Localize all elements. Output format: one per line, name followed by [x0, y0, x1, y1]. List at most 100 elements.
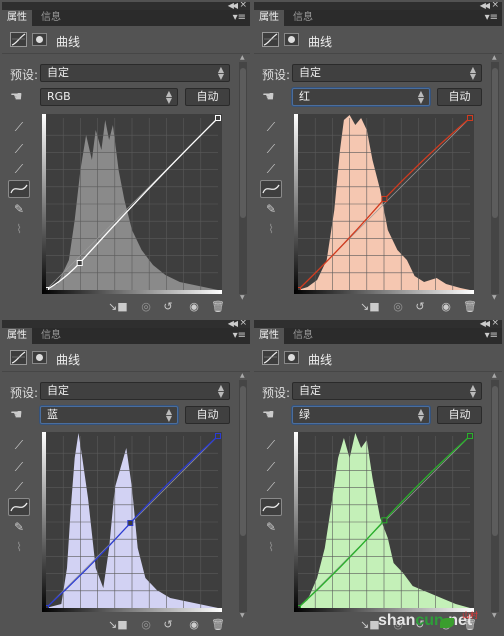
pencil-draw-icon[interactable]: ✎ [264, 520, 278, 534]
curve-control-point[interactable] [467, 433, 473, 439]
smooth-curve-icon[interactable]: ⌇ [12, 222, 26, 236]
trash-icon[interactable]: 🗑 [210, 299, 226, 315]
eye-icon[interactable]: ◉ [438, 299, 454, 315]
channel-select[interactable]: 绿 ▲ ▼ [292, 406, 430, 424]
view-previous-state-icon[interactable]: ◎ [138, 299, 154, 315]
eyedropper-gray-icon[interactable]: ⟋ [264, 142, 278, 156]
curve-control-point[interactable] [76, 260, 83, 267]
panel-menu-icon[interactable]: ▾≡ [233, 12, 246, 23]
scrollbar[interactable] [239, 62, 247, 294]
scroll-up-icon[interactable]: ▲ [240, 54, 245, 61]
scroll-up-icon[interactable]: ▲ [492, 372, 497, 379]
clip-to-layer-icon[interactable]: ↘■ [108, 617, 128, 633]
panel-menu-icon[interactable]: ▾≡ [485, 12, 498, 23]
eyedropper-white-icon[interactable]: ⟋ [12, 162, 26, 176]
close-icon[interactable]: × [491, 320, 499, 328]
double-chevron-icon[interactable]: ◀◀ [480, 2, 490, 10]
tab-properties[interactable]: 属性 [2, 328, 32, 344]
eyedropper-gray-icon[interactable]: ⟋ [12, 142, 26, 156]
preset-select[interactable]: 自定 ▲ ▼ [292, 64, 482, 82]
curve-control-point[interactable] [215, 433, 221, 439]
curve-control-point[interactable] [381, 517, 388, 524]
scrollbar-thumb[interactable] [492, 386, 498, 536]
auto-button[interactable]: 自动 [437, 406, 482, 424]
scroll-up-icon[interactable]: ▲ [240, 372, 245, 379]
auto-button[interactable]: 自动 [185, 88, 230, 106]
panel-menu-icon[interactable]: ▾≡ [485, 330, 498, 341]
smooth-curve-icon[interactable]: ⌇ [264, 540, 278, 554]
trash-icon[interactable]: 🗑 [210, 617, 226, 633]
curves-adjustment-icon[interactable] [10, 32, 27, 47]
eyedropper-black-icon[interactable]: ⟋ [264, 120, 278, 134]
layer-mask-icon[interactable] [32, 351, 47, 364]
reset-icon[interactable]: ↺ [412, 299, 428, 315]
curves-adjustment-icon[interactable] [262, 350, 279, 365]
tab-info[interactable]: 信息 [288, 328, 318, 344]
eye-icon[interactable]: ◉ [186, 617, 202, 633]
layer-mask-icon[interactable] [284, 351, 299, 364]
curves-adjustment-icon[interactable] [10, 350, 27, 365]
smooth-curve-icon[interactable]: ⌇ [264, 222, 278, 236]
preset-select[interactable]: 自定 ▲ ▼ [40, 382, 230, 400]
close-icon[interactable]: × [491, 2, 499, 10]
scrollbar[interactable] [491, 62, 499, 294]
curve-control-point[interactable] [381, 195, 388, 202]
close-icon[interactable]: × [239, 320, 247, 328]
scrollbar[interactable] [239, 380, 247, 612]
curve-control-point[interactable] [127, 520, 134, 527]
channel-select[interactable]: 蓝 ▲ ▼ [40, 406, 178, 424]
curve-control-point[interactable] [215, 115, 221, 121]
auto-button[interactable]: 自动 [437, 88, 482, 106]
curves-graph[interactable] [294, 114, 474, 294]
tab-info[interactable]: 信息 [36, 328, 66, 344]
on-image-adjust-icon[interactable]: ☚ [262, 407, 275, 423]
trash-icon[interactable]: 🗑 [462, 299, 478, 315]
smooth-curve-icon[interactable]: ⌇ [12, 540, 26, 554]
eye-icon[interactable]: ◉ [186, 299, 202, 315]
on-image-adjust-icon[interactable]: ☚ [10, 407, 23, 423]
curve-control-point[interactable] [467, 115, 473, 121]
tab-info[interactable]: 信息 [36, 10, 66, 26]
double-chevron-icon[interactable]: ◀◀ [228, 2, 238, 10]
tab-properties[interactable]: 属性 [2, 10, 32, 26]
clip-to-layer-icon[interactable]: ↘■ [108, 299, 128, 315]
on-image-adjust-icon[interactable]: ☚ [10, 89, 23, 105]
scrollbar-thumb[interactable] [240, 68, 246, 218]
reset-icon[interactable]: ↺ [160, 617, 176, 633]
layer-mask-icon[interactable] [32, 33, 47, 46]
eyedropper-white-icon[interactable]: ⟋ [12, 480, 26, 494]
eyedropper-black-icon[interactable]: ⟋ [264, 438, 278, 452]
close-icon[interactable]: × [239, 2, 247, 10]
scrollbar[interactable] [491, 380, 499, 612]
curves-graph[interactable] [294, 432, 474, 612]
tab-info[interactable]: 信息 [288, 10, 318, 26]
eyedropper-gray-icon[interactable]: ⟋ [12, 460, 26, 474]
layer-mask-icon[interactable] [284, 33, 299, 46]
pencil-draw-icon[interactable]: ✎ [12, 202, 26, 216]
curve-point-tool-icon[interactable] [8, 180, 30, 198]
curves-graph[interactable] [42, 432, 222, 612]
curves-adjustment-icon[interactable] [262, 32, 279, 47]
view-previous-state-icon[interactable]: ◎ [390, 299, 406, 315]
preset-select[interactable]: 自定 ▲ ▼ [292, 382, 482, 400]
curve-point-tool-icon[interactable] [260, 180, 282, 198]
eyedropper-gray-icon[interactable]: ⟋ [264, 460, 278, 474]
double-chevron-icon[interactable]: ◀◀ [228, 320, 238, 328]
curve-point-tool-icon[interactable] [8, 498, 30, 516]
scrollbar-thumb[interactable] [240, 386, 246, 536]
tab-properties[interactable]: 属性 [254, 10, 284, 26]
curve-point-tool-icon[interactable] [260, 498, 282, 516]
on-image-adjust-icon[interactable]: ☚ [262, 89, 275, 105]
clip-to-layer-icon[interactable]: ↘■ [360, 617, 380, 633]
panel-menu-icon[interactable]: ▾≡ [233, 330, 246, 341]
curves-graph[interactable] [42, 114, 222, 294]
channel-select[interactable]: RGB ▲ ▼ [40, 88, 178, 106]
reset-icon[interactable]: ↺ [160, 299, 176, 315]
tab-properties[interactable]: 属性 [254, 328, 284, 344]
scrollbar-thumb[interactable] [492, 68, 498, 218]
auto-button[interactable]: 自动 [185, 406, 230, 424]
scroll-up-icon[interactable]: ▲ [492, 54, 497, 61]
eyedropper-black-icon[interactable]: ⟋ [12, 438, 26, 452]
double-chevron-icon[interactable]: ◀◀ [480, 320, 490, 328]
view-previous-state-icon[interactable]: ◎ [138, 617, 154, 633]
